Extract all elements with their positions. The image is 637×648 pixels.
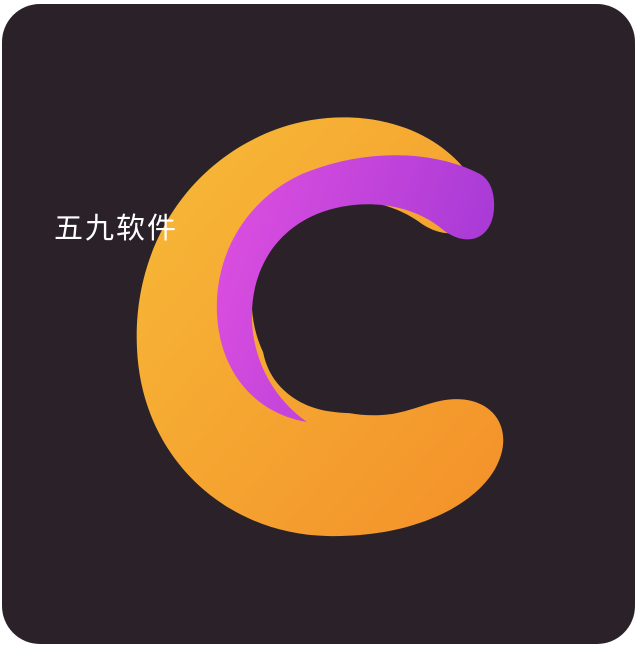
app-icon-tile: 五九软件 — [2, 4, 635, 644]
c-hole — [261, 241, 490, 414]
c-logo-icon — [136, 117, 504, 537]
watermark-text: 五九软件 — [54, 211, 179, 245]
